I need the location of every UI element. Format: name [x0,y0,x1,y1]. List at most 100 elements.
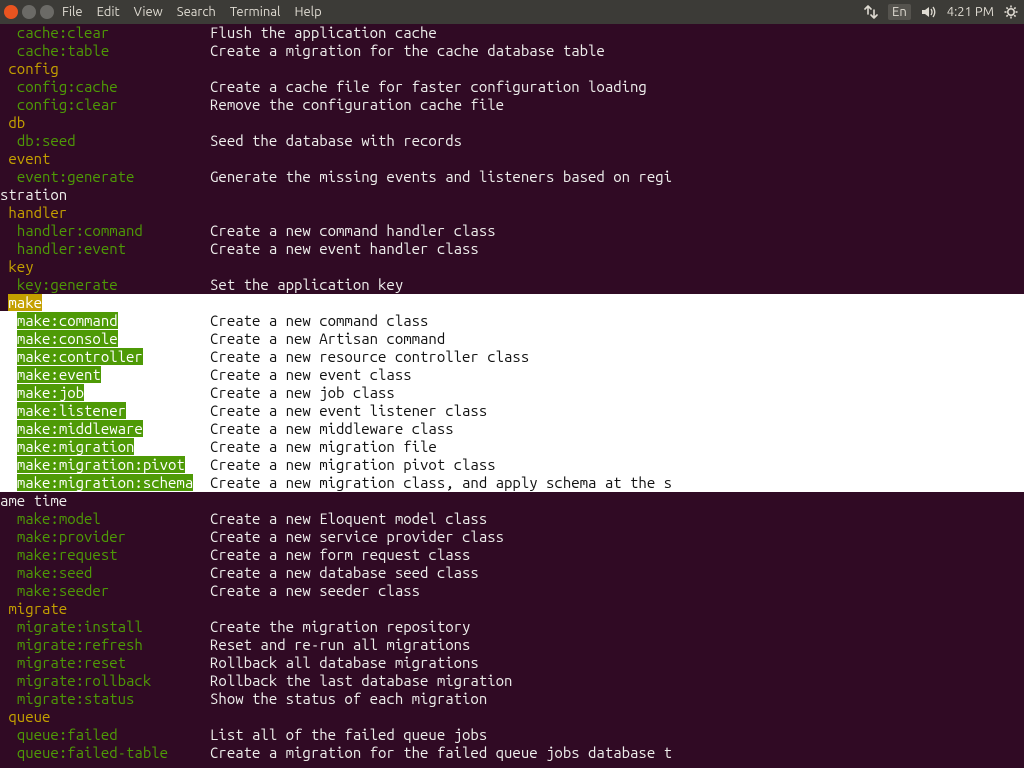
terminal-command-line: make:job Create a new job class [0,384,1024,402]
menu-help[interactable]: Help [294,5,321,19]
menu-edit[interactable]: Edit [97,5,120,19]
command-group: config [0,60,59,77]
menubar: File Edit View Search Terminal Help En 4… [0,0,1024,24]
artisan-command: make:event [17,366,101,383]
terminal-command-line: make:migration:schema Create a new migra… [0,474,1024,492]
artisan-command: make:middleware [17,420,143,437]
command-description: Create a new middleware class [210,420,454,437]
terminal-command-line: event:generate Generate the missing even… [0,168,1024,186]
terminal-command-line: make:model Create a new Eloquent model c… [0,510,1024,528]
command-description: Create a cache file for faster configura… [210,78,647,95]
command-description: Create a new command class [210,312,428,329]
command-description: Create a new event listener class [210,402,487,419]
artisan-command: db:seed [17,132,76,149]
artisan-command: make:request [17,546,118,563]
terminal-command-line: migrate:refresh Reset and re-run all mig… [0,636,1024,654]
artisan-command: make:job [17,384,84,401]
command-description: Create a new form request class [210,546,470,563]
command-group: event [0,150,50,167]
artisan-command: cache:clear [17,24,109,41]
command-description: Create a new database seed class [210,564,479,581]
terminal-command-line: db:seed Seed the database with records [0,132,1024,150]
window-maximize-button[interactable] [40,5,54,19]
terminal-group-line: config [0,60,1024,78]
command-description: Show the status of each migration [210,690,487,707]
terminal-group-line: queue [0,708,1024,726]
artisan-command: make:console [17,330,118,347]
terminal-command-line: make:console Create a new Artisan comman… [0,330,1024,348]
sound-icon[interactable] [921,5,937,19]
command-description: Create a new service provider class [210,528,504,545]
artisan-command: migrate:reset [17,654,126,671]
artisan-command: migrate:refresh [17,636,143,653]
command-description: Create a new event handler class [210,240,479,257]
command-description: Rollback all database migrations [210,654,479,671]
terminal-viewport[interactable]: cache:clear Flush the application cache … [0,24,1024,768]
terminal-command-line: make:request Create a new form request c… [0,546,1024,564]
gear-icon[interactable] [1004,5,1018,19]
window-minimize-button[interactable] [22,5,36,19]
artisan-command: make:seed [17,564,93,581]
terminal-command-line: make:listener Create a new event listene… [0,402,1024,420]
terminal-group-line: key [0,258,1024,276]
command-description: Create a new resource controller class [210,348,529,365]
artisan-command: cache:table [17,42,109,59]
terminal-group-line: handler [0,204,1024,222]
terminal-command-line: make:event Create a new event class [0,366,1024,384]
network-icon[interactable] [864,5,878,19]
window-close-button[interactable] [4,5,18,19]
window-buttons [4,5,54,19]
command-description: Rollback the last database migration [210,672,512,689]
artisan-command: config:clear [17,96,118,113]
command-description: Create a new Eloquent model class [210,510,487,527]
menu-items: File Edit View Search Terminal Help [62,5,322,19]
menu-search[interactable]: Search [177,5,216,19]
terminal-command-line: make:command Create a new command class [0,312,1024,330]
artisan-command: handler:command [17,222,143,239]
command-description: Seed the database with records [210,132,462,149]
artisan-command: make:controller [17,348,143,365]
menu-view[interactable]: View [134,5,163,19]
terminal-command-line: make:migration:pivot Create a new migrat… [0,456,1024,474]
terminal-command-line: config:clear Remove the configuration ca… [0,96,1024,114]
terminal-selection: make:command Create a new command class … [0,312,1024,492]
clock[interactable]: 4:21 PM [947,5,994,19]
terminal-command-line: handler:event Create a new event handler… [0,240,1024,258]
artisan-command: make:seeder [17,582,109,599]
terminal-command-line: make:migration Create a new migration fi… [0,438,1024,456]
command-group: queue [0,708,50,725]
terminal-wrapped-line: ame time [0,492,1024,510]
command-description: Create a new Artisan command [210,330,445,347]
terminal-command-line: cache:table Create a migration for the c… [0,42,1024,60]
terminal-group-line: make [0,294,1024,312]
terminal-command-line: migrate:rollback Rollback the last datab… [0,672,1024,690]
command-description: Create a new event class [210,366,412,383]
command-description: Create a new job class [210,384,395,401]
terminal-group-line: event [0,150,1024,168]
command-description: Generate the missing events and listener… [210,168,672,185]
system-tray: En 4:21 PM [864,0,1018,24]
command-description: Create a new migration file [210,438,437,455]
command-description: List all of the failed queue jobs [210,726,487,743]
artisan-command: queue:failed [17,726,118,743]
artisan-command: migrate:rollback [17,672,151,689]
command-group: migrate [0,600,67,617]
artisan-command: make:migration:schema [17,474,193,491]
command-description: Create a new seeder class [210,582,420,599]
terminal-command-line: migrate:status Show the status of each m… [0,690,1024,708]
command-description: Create a new migration pivot class [210,456,496,473]
terminal-group-line: migrate [0,600,1024,618]
command-description: Create the migration repository [210,618,470,635]
language-indicator[interactable]: En [888,4,911,20]
artisan-command: make:migration:pivot [17,456,185,473]
command-group: db [0,114,25,131]
terminal-command-line: queue:failed-table Create a migration fo… [0,744,1024,762]
command-description: Create a new command handler class [210,222,496,239]
menu-terminal[interactable]: Terminal [230,5,281,19]
command-description: Create a migration for the cache databas… [210,42,605,59]
terminal-group-line: db [0,114,1024,132]
terminal-command-line: migrate:reset Rollback all database migr… [0,654,1024,672]
command-description: Remove the configuration cache file [210,96,504,113]
menu-file[interactable]: File [62,5,83,19]
artisan-command: make:migration [17,438,135,455]
